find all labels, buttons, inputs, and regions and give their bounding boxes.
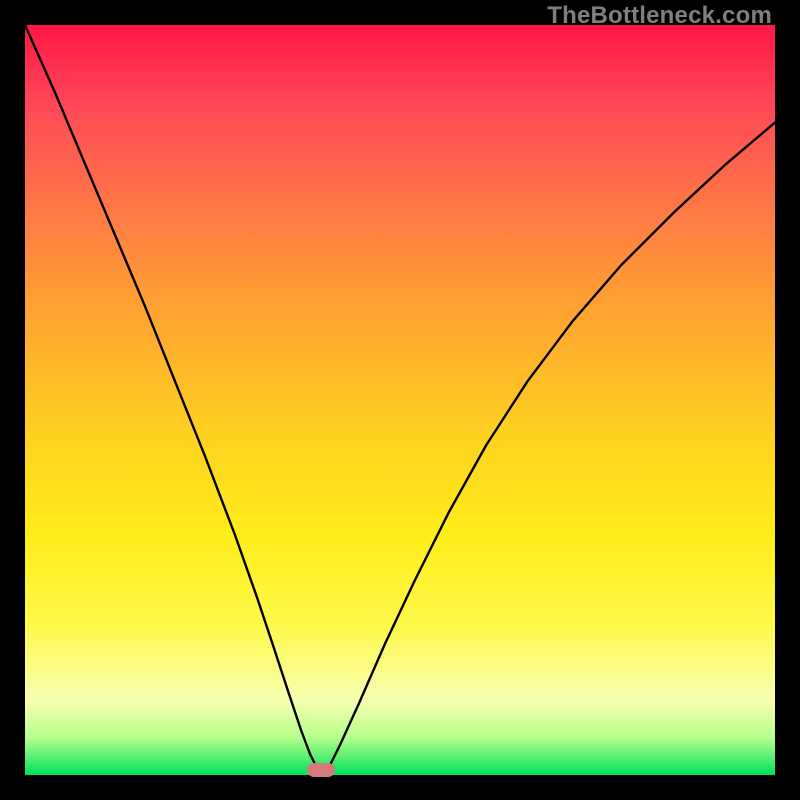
chart-frame: TheBottleneck.com [0,0,800,800]
bottleneck-curve [25,25,775,775]
minimum-marker [307,763,335,777]
